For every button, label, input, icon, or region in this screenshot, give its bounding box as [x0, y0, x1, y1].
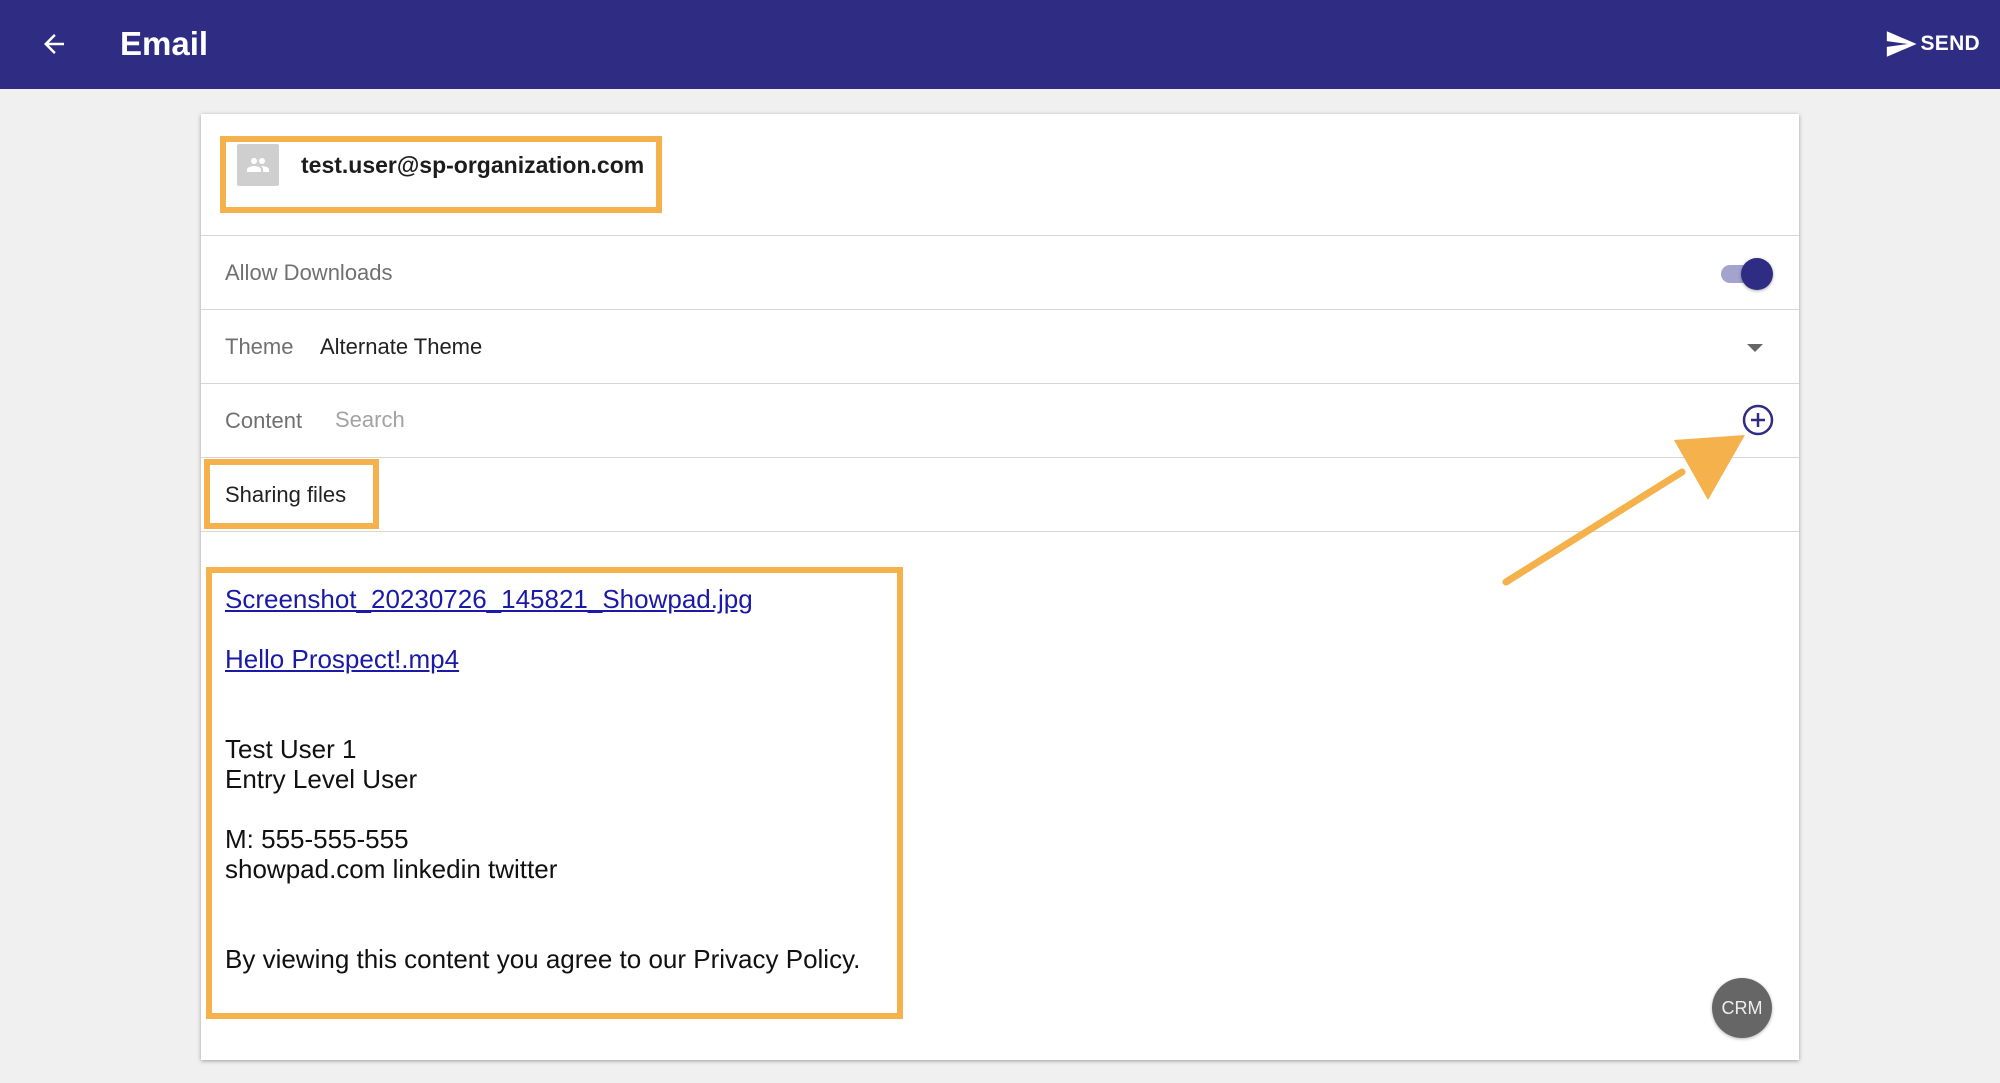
annotation-arrow: [1502, 435, 1745, 586]
